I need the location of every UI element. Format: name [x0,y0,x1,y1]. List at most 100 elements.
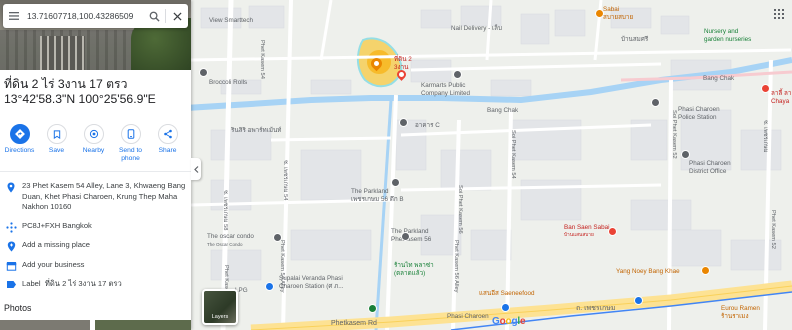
district-office-dot[interactable] [681,150,690,159]
map-label-arkhan-c[interactable]: อาคาร C [415,122,440,130]
map-label-rinsiri[interactable]: รินสิริ อพาร์ทเม้นท์ [231,127,281,135]
map-label-parkland-b-2[interactable]: เพชรเกษม 56 ตึก B [351,196,404,204]
apps-grid-icon[interactable] [774,9,784,19]
map-canvas[interactable]: View Smarttech Nail Delivery - เล็บ บ้าน… [191,0,792,330]
map-label-bang-chak-canal[interactable]: Bang Chak [487,107,518,115]
close-icon [172,11,182,21]
map-label-broccoli[interactable]: Broccoli Rolls [209,79,247,87]
map-label-district-office-2[interactable]: District Office [689,168,726,176]
map-label-plaza[interactable]: ร้านไท พลาซ่า [394,262,434,270]
map-label-karmarts[interactable]: Karmarts Public [421,82,465,90]
map-label-la-lee[interactable]: ลาลี้ ลา [771,90,791,98]
map-label-oscar-2[interactable]: The Oscar Condo [207,241,243,249]
supalai-dot[interactable] [265,282,274,291]
map-label-police-station-2[interactable]: Police Station [678,114,717,122]
police-dot[interactable] [651,98,660,107]
transit-dot[interactable] [634,296,643,305]
parkland-56-dot[interactable] [401,232,410,241]
map-label-phetkasem-rd[interactable]: Phetkasem Rd [331,320,377,328]
layers-button[interactable]: Layers [202,289,238,325]
photo-strip[interactable] [0,320,191,330]
map-label-ban-saen-sabai-2[interactable]: บ้านแสนสบาย [564,232,594,240]
google-logo: Google [492,316,526,327]
add-business-row[interactable]: Add your business [0,260,191,271]
place-name: ที่ดิน 2 ไร่ 3งาน 17 ตรว [4,77,128,91]
map-label-ban-somsri[interactable]: บ้านสมศรี [621,36,648,44]
photos-heading: Photos [4,303,32,313]
phone-icon [127,129,134,139]
share-icon [163,129,172,139]
map-label-phasi-charoen-station[interactable]: Phasi Charoen [447,313,489,321]
map-label-parkland-56-2[interactable]: Phetkasem 56 [391,236,431,244]
map-label-ramen-th[interactable]: ร้านราเมง [721,313,749,321]
photo-thumbnail[interactable] [0,320,90,330]
la-lee-dot[interactable] [761,84,770,93]
save-label: Save [48,147,65,154]
place-title: ที่ดิน 2 ไร่ 3งาน 17 ตรว 13°42'58.3"N 10… [4,77,190,107]
save-button[interactable]: Save [39,124,74,166]
photo-thumbnail[interactable] [95,320,191,330]
map-label-oscar[interactable]: The oscar condo [207,233,254,241]
map-label-plot-name[interactable]: ที่ดิน 2 [394,56,412,64]
map-label-supalai-2[interactable]: Charoen Station (ศ ภ... [279,283,344,291]
address-row[interactable]: 23 Phet Kasem 54 Alley, Lane 3, Khwaeng … [0,181,191,213]
karmarts-dot[interactable] [453,70,462,79]
collapse-panel-button[interactable] [191,158,201,180]
map-label-nursery[interactable]: Nursery and [704,28,738,36]
label-prefix: Label [22,279,41,288]
arkhan-c-dot[interactable] [399,118,408,127]
road-label-th-2: ซ. เพชรเกษม 58 [222,190,228,231]
road-label-phet-kasem-52: Phet Kasem 52 [770,210,776,249]
nearby-icon [89,129,98,139]
map-label-la-lee-2[interactable]: Chaya [771,98,789,106]
map-label-parkland-b[interactable]: The Parkland [351,188,388,196]
map-label-phetkasem-th[interactable]: ถ. เพชรเกษม [576,305,616,313]
sabai-dot[interactable] [595,9,604,18]
nearby-button[interactable]: Nearby [76,124,111,166]
add-place-row[interactable]: Add a missing place [0,240,191,252]
map-label-nail-delivery[interactable]: Nail Delivery - เล็บ [451,25,502,33]
map-label-nursery-2[interactable]: garden nurseries [704,36,751,44]
map-label-saeneefood[interactable]: แสนอีส Saeneefood [479,290,535,298]
map-label-plaza-2[interactable]: (ตลาดแล้ว) [394,270,425,278]
map-label-sabai[interactable]: Sabai [603,6,619,14]
place-coordinates: 13°42'58.3"N 100°25'56.9"E [4,92,156,106]
close-button[interactable] [166,4,188,28]
storefront-icon [6,262,16,271]
location-pin-icon [7,182,15,193]
directions-button[interactable]: Directions [2,124,37,166]
search-input[interactable]: 13.71607718,100.43286509 [25,11,143,21]
yang-noey-dot[interactable] [701,266,710,275]
label-row[interactable]: Label ที่ดิน 2 ไร่ 3งาน 17 ตรว [0,279,191,290]
photo-gate [40,36,85,70]
label-text: Label ที่ดิน 2 ไร่ 3งาน 17 ตรว [22,279,191,290]
map-label-karmarts-2[interactable]: Company Limited [421,90,470,98]
broccoli-dot[interactable] [199,68,208,77]
road-label-soi-56: Soi Phet Kasem 56 [457,185,463,234]
search-button[interactable] [143,4,165,28]
search-box: 13.71607718,100.43286509 [3,4,188,28]
label-value: ที่ดิน 2 ไร่ 3งาน 17 ตรว [44,279,122,288]
lane-dot[interactable] [501,303,510,312]
road-label-th-3: ซ. เพชรเกษม [762,120,768,153]
ban-saen-dot[interactable] [608,227,617,236]
map-label-sabai-th[interactable]: สบายสบาย [603,14,633,22]
map-label-supalai[interactable]: Supalai Veranda Phasi [279,275,343,283]
plaza-dot[interactable] [368,304,377,313]
map-label-police-station[interactable]: Phasi Charoen [678,106,720,114]
oscar-dot[interactable] [273,233,282,242]
plus-code-row[interactable]: PC8J+FXH Bangkok [0,221,191,233]
map-label-bang-chak-east[interactable]: Bang Chak [703,75,734,83]
map-label-eurou-ramen[interactable]: Eurou Ramen [721,305,760,313]
plus-code-icon [5,222,17,233]
menu-icon[interactable] [3,4,25,28]
add-place-icon [7,241,15,252]
share-button[interactable]: Share [150,124,185,166]
map-label-yang-noey[interactable]: Yang Noey Bang Khae [616,268,680,276]
road-label-soi-54: Soi Phet Kasem 54 [510,130,516,179]
send-to-phone-button[interactable]: Send to phone [113,124,148,166]
map-label-view-smarttech[interactable]: View Smarttech [209,17,253,25]
map-label-ban-saen-sabai[interactable]: Ban Saen Sabai [564,224,610,232]
map-label-district-office[interactable]: Phasi Charoen [689,160,731,168]
parkland-b-dot[interactable] [391,178,400,187]
